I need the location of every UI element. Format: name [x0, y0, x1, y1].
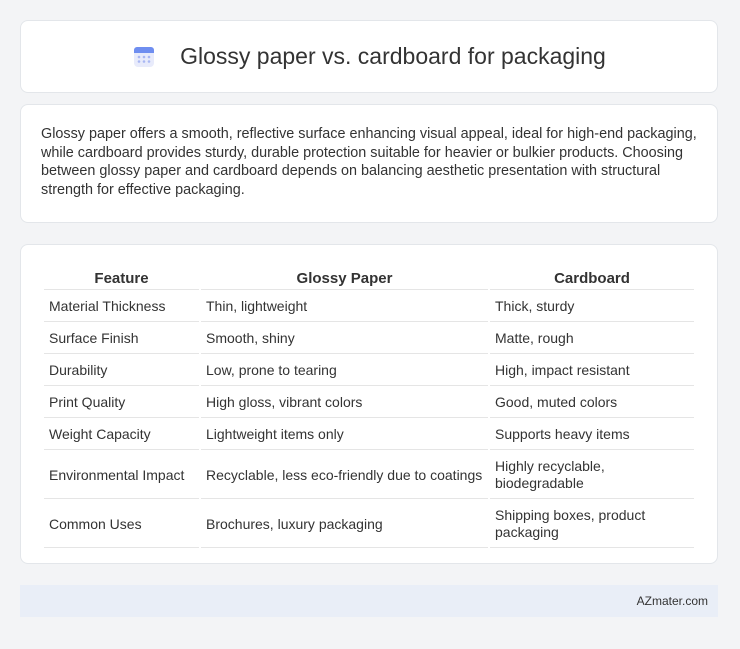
feature-cell: Surface Finish — [44, 324, 199, 354]
comparison-card: Feature Glossy Paper Cardboard Material … — [20, 244, 718, 564]
cardboard-cell: Highly recyclable, biodegradable — [490, 452, 694, 499]
table-row: Material Thickness Thin, lightweight Thi… — [44, 292, 694, 322]
glossy-cell: Thin, lightweight — [201, 292, 488, 322]
intro-card: Glossy paper offers a smooth, reflective… — [20, 104, 718, 223]
cardboard-cell: Matte, rough — [490, 324, 694, 354]
table-header-row: Feature Glossy Paper Cardboard — [44, 267, 694, 290]
table-row: Common Uses Brochures, luxury packaging … — [44, 501, 694, 548]
cardboard-cell: Supports heavy items — [490, 420, 694, 450]
table-row: Print Quality High gloss, vibrant colors… — [44, 388, 694, 418]
table-row: Environmental Impact Recyclable, less ec… — [44, 452, 694, 499]
feature-cell: Weight Capacity — [44, 420, 199, 450]
table-row: Surface Finish Smooth, shiny Matte, roug… — [44, 324, 694, 354]
glossy-cell: Smooth, shiny — [201, 324, 488, 354]
comparison-table: Feature Glossy Paper Cardboard Material … — [42, 265, 696, 550]
title-card: Glossy paper vs. cardboard for packaging — [20, 20, 718, 93]
glossy-cell: Low, prone to tearing — [201, 356, 488, 386]
feature-cell: Material Thickness — [44, 292, 199, 322]
table-row: Weight Capacity Lightweight items only S… — [44, 420, 694, 450]
intro-text: Glossy paper offers a smooth, reflective… — [41, 126, 697, 198]
glossy-cell: High gloss, vibrant colors — [201, 388, 488, 418]
cardboard-cell: Good, muted colors — [490, 388, 694, 418]
table-row: Durability Low, prone to tearing High, i… — [44, 356, 694, 386]
header-feature: Feature — [44, 267, 199, 290]
glossy-cell: Brochures, luxury packaging — [201, 501, 488, 548]
cardboard-cell: Shipping boxes, product packaging — [490, 501, 694, 548]
feature-cell: Environmental Impact — [44, 452, 199, 499]
header-cardboard: Cardboard — [490, 267, 694, 290]
feature-cell: Print Quality — [44, 388, 199, 418]
cardboard-cell: High, impact resistant — [490, 356, 694, 386]
glossy-cell: Lightweight items only — [201, 420, 488, 450]
glossy-cell: Recyclable, less eco-friendly due to coa… — [201, 452, 488, 499]
page-title: Glossy paper vs. cardboard for packaging — [180, 43, 606, 69]
feature-cell: Durability — [44, 356, 199, 386]
header-glossy-paper: Glossy Paper — [201, 267, 488, 290]
footer: AZmater.com — [20, 585, 718, 617]
cardboard-cell: Thick, sturdy — [490, 292, 694, 322]
footer-brand: AZmater.com — [636, 594, 708, 608]
feature-cell: Common Uses — [44, 501, 199, 548]
document-icon — [134, 46, 155, 67]
